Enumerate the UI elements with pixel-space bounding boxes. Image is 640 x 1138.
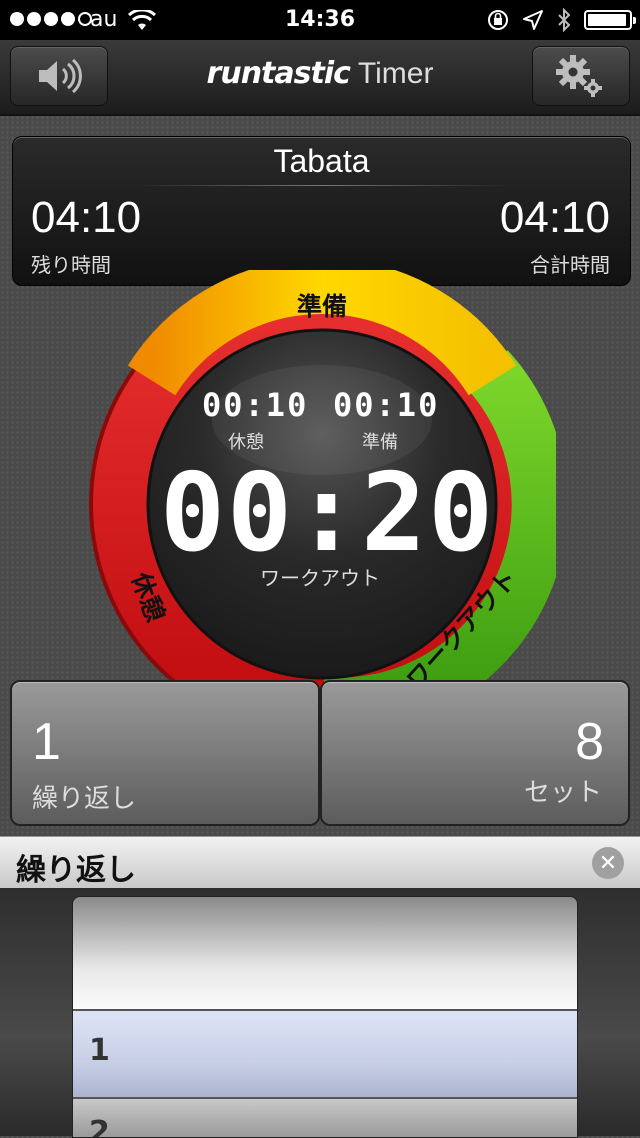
main-timer-label: ワークアウト — [260, 566, 380, 590]
rotation-lock-icon — [488, 10, 508, 30]
app-name: Timer — [357, 57, 434, 90]
brand-logo: runtastic — [206, 56, 351, 91]
close-icon: ✕ — [598, 850, 618, 876]
picker-header: 繰り返し ✕ — [0, 836, 640, 889]
rest-time: 00:10 — [202, 386, 309, 424]
settings-button[interactable] — [532, 46, 630, 106]
workout-title: Tabata — [273, 143, 370, 179]
close-button[interactable]: ✕ — [592, 847, 624, 879]
sets-value: 8 — [575, 713, 604, 771]
phase-label-prepare: 準備 — [297, 292, 347, 321]
location-arrow-icon — [523, 10, 543, 30]
sets-label: セット — [523, 778, 602, 808]
picker-option-next[interactable]: 2 — [89, 1115, 110, 1137]
sets-card[interactable]: 8 セット — [320, 680, 630, 826]
picker-option-selected[interactable]: 1 — [89, 1033, 110, 1068]
battery-icon — [584, 10, 636, 30]
repeats-card[interactable]: 1 繰り返し — [10, 680, 320, 826]
settings-gears-icon — [556, 55, 602, 97]
repeats-label: 繰り返し — [32, 784, 137, 814]
main-timer: 00:20 — [160, 451, 496, 576]
repeats-picker-wheel[interactable]: 1 2 — [72, 896, 578, 1138]
picker-selection-band — [73, 1009, 577, 1099]
divider — [133, 185, 510, 186]
repeats-value: 1 — [32, 713, 61, 771]
nav-bar: runtastic Timer — [0, 40, 640, 116]
remaining-time: 04:10 — [31, 193, 142, 242]
bluetooth-icon — [558, 8, 571, 32]
status-bar: au 14:36 — [0, 0, 640, 40]
prepare-time: 00:10 — [333, 386, 440, 424]
workout-info-panel: Tabata 04:10 残り時間 04:10 合計時間 — [12, 136, 631, 286]
picker-title: 繰り返し — [16, 853, 136, 888]
total-time: 04:10 — [499, 193, 610, 242]
